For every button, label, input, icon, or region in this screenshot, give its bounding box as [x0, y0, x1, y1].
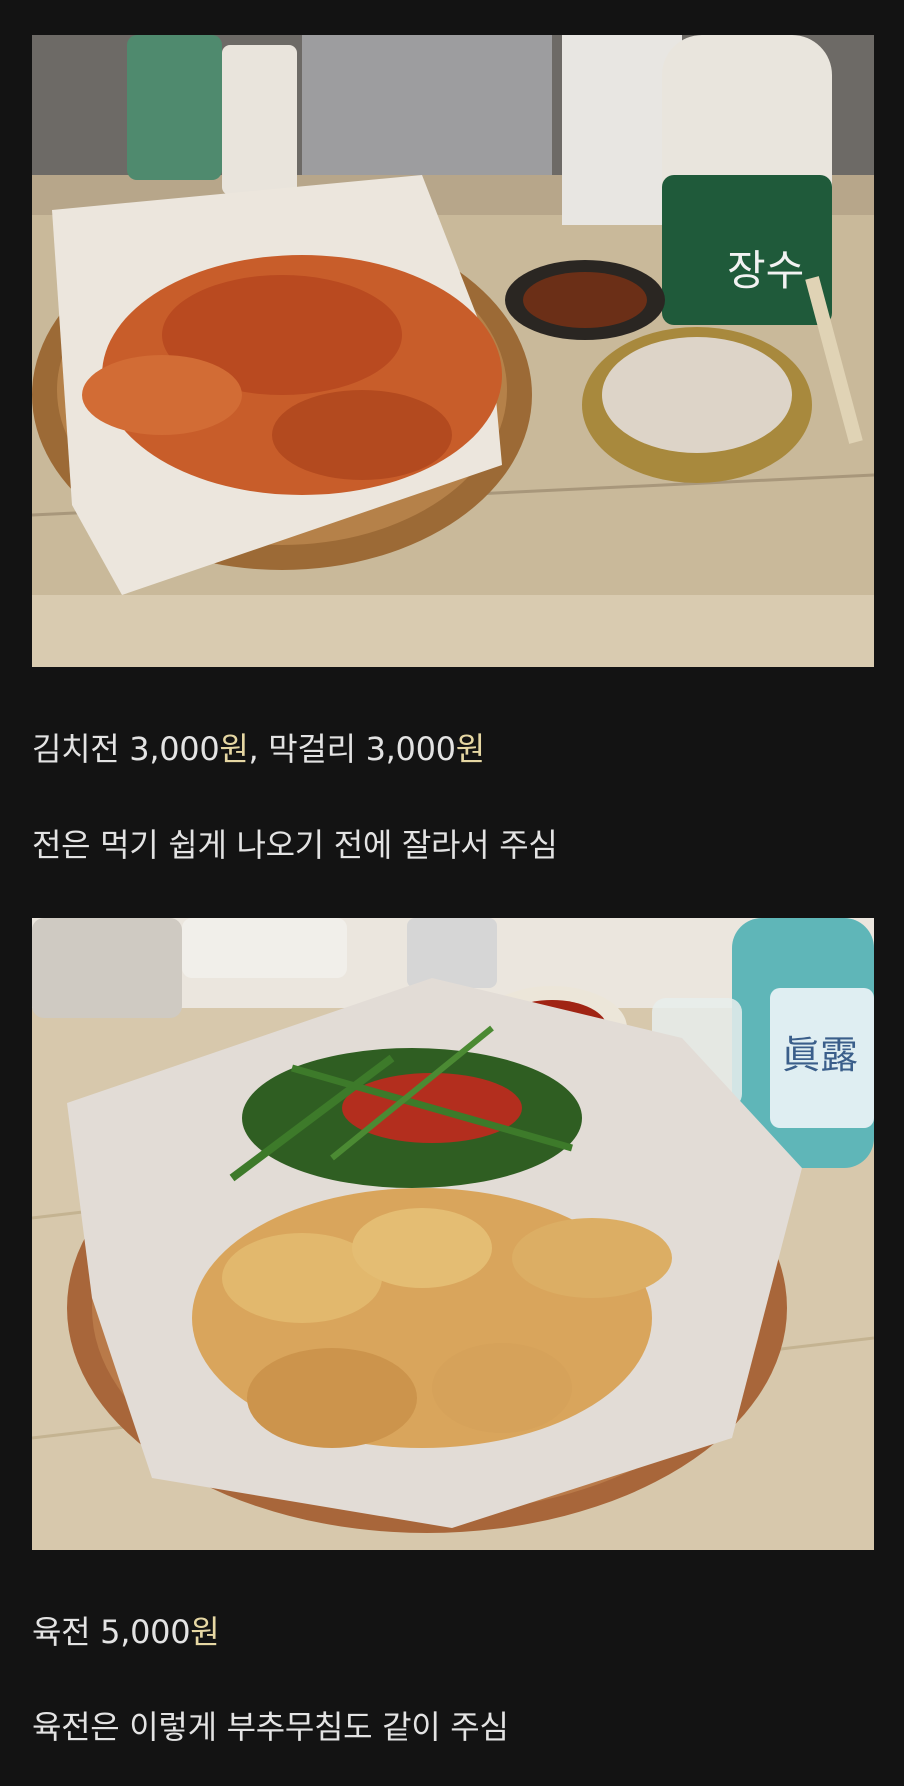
caption-kimchijeon-price: 김치전 3,000원, 막걸리 3,000원: [32, 729, 485, 769]
bottle-label: 장수: [727, 246, 804, 295]
caption-buchu-side: 육전은 이렇게 부추무침도 같이 주심: [32, 1708, 509, 1746]
caption-item-won: 원: [190, 1613, 220, 1651]
bottle-label: 眞露: [782, 1033, 858, 1077]
kimchijeon-photo: 장수: [32, 35, 874, 667]
caption-item1-won: 원: [219, 730, 249, 768]
caption-separator: , 막걸리 3,000: [248, 730, 456, 768]
yukjeon-photo: 眞露: [32, 918, 874, 1550]
caption-cut-before-serving: 전은 먹기 쉽게 나오기 전에 잘라서 주심: [32, 826, 558, 864]
caption-item2-won: 원: [455, 730, 485, 768]
caption-item-name: 육전 5,000: [32, 1613, 191, 1651]
caption-item1-name: 김치전 3,000: [32, 730, 220, 768]
caption-yukjeon-price: 육전 5,000원: [32, 1612, 220, 1652]
